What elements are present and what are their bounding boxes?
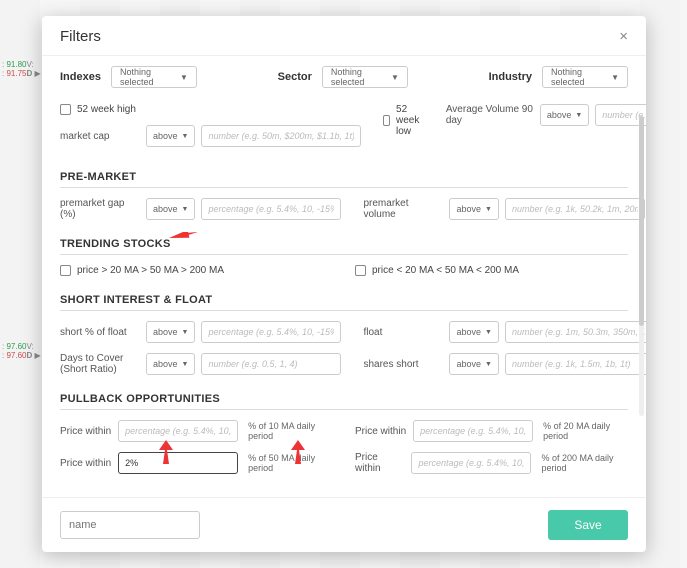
trending-up-checkbox[interactable]: price > 20 MA > 50 MA > 200 MA: [60, 265, 333, 276]
price-within-200-label: Price within: [355, 452, 405, 474]
shares-short-label: shares short: [363, 359, 443, 370]
checkbox-icon: [60, 265, 71, 276]
ma50-suffix: % of 50 MA daily period: [248, 453, 333, 473]
modal-body: Indexes Nothing selected▼ Sector Nothing…: [42, 56, 646, 497]
52wk-high-checkbox[interactable]: 52 week high: [60, 104, 361, 115]
sector-dropdown[interactable]: Nothing selected▼: [322, 66, 408, 88]
ma20-suffix: % of 20 MA daily period: [543, 421, 628, 441]
premarket-vol-input[interactable]: [505, 198, 645, 220]
premarket-gap-input[interactable]: [201, 198, 341, 220]
chevron-down-icon: ▼: [485, 361, 492, 368]
checkbox-icon: [60, 104, 71, 115]
sector-label: Sector: [278, 71, 312, 83]
float-comparator[interactable]: above▼: [449, 321, 498, 343]
save-button[interactable]: Save: [548, 510, 628, 540]
premarket-gap-comparator[interactable]: above▼: [146, 198, 195, 220]
chevron-down-icon: ▼: [485, 206, 492, 213]
premarket-row: premarket gap (%) above▼ premarket volum…: [60, 198, 628, 230]
days-cover-input[interactable]: [201, 353, 341, 375]
price-within-10-label: Price within: [60, 426, 112, 437]
chevron-down-icon: ▼: [182, 133, 189, 140]
chevron-down-icon: ▼: [485, 329, 492, 336]
price-within-200-input[interactable]: [411, 452, 531, 474]
float-label: float: [363, 327, 443, 338]
marketcap-label: market cap: [60, 131, 140, 142]
trending-section-head: TRENDING STOCKS: [60, 238, 628, 255]
days-cover-comparator[interactable]: above▼: [146, 353, 195, 375]
avgvol-comparator-dropdown[interactable]: above▼: [540, 104, 589, 126]
indexes-label: Indexes: [60, 71, 101, 83]
premarket-vol-label: premarket volume: [363, 198, 443, 220]
shortpct-label: short % of float: [60, 327, 140, 338]
close-icon[interactable]: ×: [619, 28, 628, 45]
shortfloat-section-head: SHORT INTEREST & FLOAT: [60, 294, 628, 311]
chevron-down-icon: ▼: [611, 73, 619, 82]
modal-footer: Save: [42, 497, 646, 552]
ma10-suffix: % of 10 MA daily period: [248, 421, 333, 441]
marketcap-input[interactable]: [201, 125, 361, 147]
shares-short-input[interactable]: [505, 353, 646, 375]
industry-dropdown[interactable]: Nothing selected▼: [542, 66, 628, 88]
shares-short-comparator[interactable]: above▼: [449, 353, 498, 375]
chevron-down-icon: ▼: [575, 112, 582, 119]
price-within-50-input[interactable]: [118, 452, 238, 474]
float-input[interactable]: [505, 321, 646, 343]
price-within-20-input[interactable]: [413, 420, 533, 442]
filter-name-input[interactable]: [60, 511, 200, 539]
trending-row: price > 20 MA > 50 MA > 200 MA price < 2…: [60, 265, 628, 286]
avgvol-label: Average Volume 90 day: [446, 104, 534, 126]
premarket-vol-comparator[interactable]: above▼: [449, 198, 498, 220]
indexes-dropdown[interactable]: Nothing selected▼: [111, 66, 197, 88]
checkbox-icon: [355, 265, 366, 276]
industry-label: Industry: [489, 71, 532, 83]
shortpct-comparator[interactable]: above▼: [146, 321, 195, 343]
premarket-section-head: PRE-MARKET: [60, 171, 628, 188]
modal-header: Filters ×: [42, 16, 646, 56]
top-selectors-row: Indexes Nothing selected▼ Sector Nothing…: [60, 66, 628, 88]
basic-filters-row: 52 week high market cap above▼ 52 week l…: [60, 104, 628, 157]
filters-modal: Filters × Indexes Nothing selected▼ Sect…: [42, 16, 646, 552]
price-within-20-label: Price within: [355, 426, 407, 437]
shortfloat-row2: Days to Cover (Short Ratio) above▼ share…: [60, 353, 628, 385]
chevron-down-icon: ▼: [391, 73, 399, 82]
checkbox-icon: [383, 115, 390, 126]
chevron-down-icon: ▼: [182, 329, 189, 336]
marketcap-comparator-dropdown[interactable]: above▼: [146, 125, 195, 147]
body-scrollbar[interactable]: [639, 116, 644, 416]
trending-down-checkbox[interactable]: price < 20 MA < 50 MA < 200 MA: [355, 265, 628, 276]
chevron-down-icon: ▼: [182, 361, 189, 368]
price-within-50-label: Price within: [60, 458, 112, 469]
modal-title: Filters: [60, 28, 101, 45]
chevron-down-icon: ▼: [182, 206, 189, 213]
pullback-row2: Price within % of 50 MA daily period Pri…: [60, 452, 628, 484]
premarket-gap-label: premarket gap (%): [60, 198, 140, 220]
shortpct-input[interactable]: [201, 321, 341, 343]
price-within-10-input[interactable]: [118, 420, 238, 442]
scrollbar-thumb[interactable]: [639, 116, 644, 326]
days-cover-label: Days to Cover (Short Ratio): [60, 353, 140, 375]
ma200-suffix: % of 200 MA daily period: [541, 453, 628, 473]
chevron-down-icon: ▼: [180, 73, 188, 82]
52wk-low-checkbox[interactable]: 52 week low: [383, 104, 423, 137]
pullback-row1: Price within % of 10 MA daily period Pri…: [60, 420, 628, 452]
shortfloat-row1: short % of float above▼ float above▼: [60, 321, 628, 353]
pullback-section-head: PULLBACK OPPORTUNITIES: [60, 393, 628, 410]
